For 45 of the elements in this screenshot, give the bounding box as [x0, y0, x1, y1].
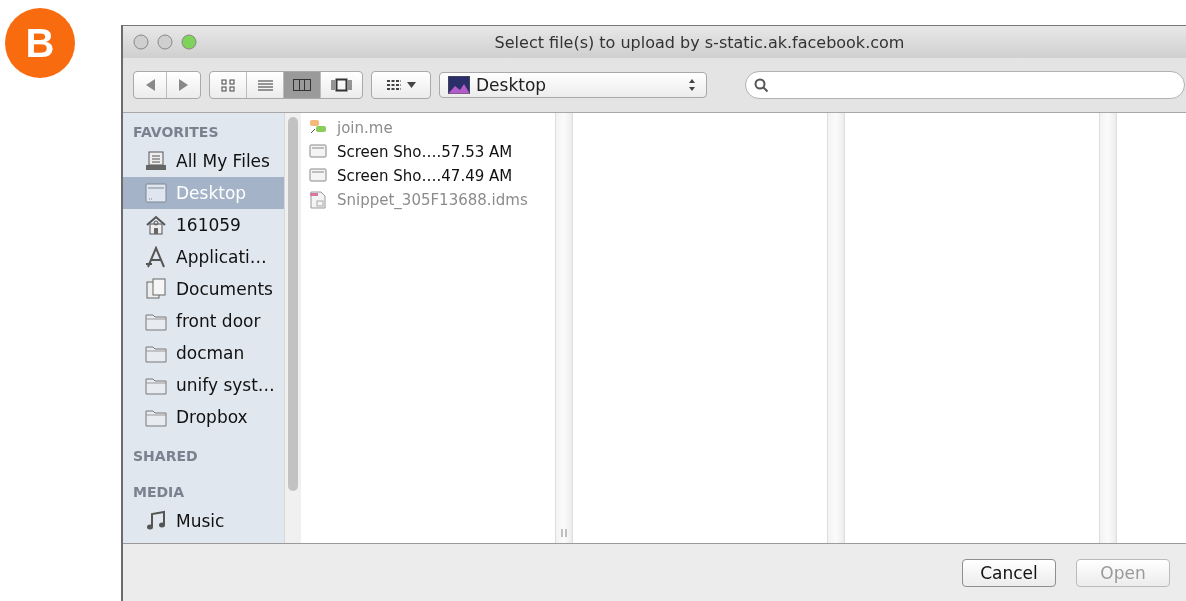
scrollbar-thumb[interactable] [288, 117, 298, 491]
search-field[interactable] [745, 71, 1185, 99]
dialog-button[interactable]: Cancel [962, 558, 1056, 587]
documents-icon [145, 278, 167, 300]
image-file-icon [309, 143, 327, 161]
sidebar-heading: MEDIA [132, 483, 186, 502]
arrange-icon [386, 79, 401, 91]
left-arrow-icon [144, 78, 156, 92]
step-badge: B [5, 8, 75, 78]
sidebar-heading: FAVORITES [132, 123, 220, 142]
search-icon [754, 77, 769, 93]
document-icon [309, 191, 327, 209]
file-item[interactable]: Screen Sho….47.49 AM [301, 164, 555, 188]
window-button-icon [157, 34, 173, 50]
right-arrow-icon [178, 78, 189, 92]
desktop-image-icon [448, 76, 470, 94]
window-button-icon [133, 34, 149, 50]
sidebar-item[interactable]: Applicati… [123, 241, 284, 273]
image-file-icon [309, 167, 327, 185]
window-title: Select file(s) to upload by s-static.ak.facebook.com [493, 32, 905, 52]
sidebar-item[interactable]: Music [123, 505, 284, 537]
house-icon [145, 214, 167, 236]
sidebar-item[interactable]: 161059 [123, 209, 284, 241]
sidebar-item[interactable]: Dropbox [123, 401, 284, 433]
sidebar-item[interactable]: front door [123, 305, 284, 337]
sidebar-item[interactable]: All My Files [123, 145, 284, 177]
sidebar-item[interactable]: unify syst… [123, 369, 284, 401]
application-icon [145, 246, 167, 268]
columns-view-icon [293, 78, 311, 92]
sidebar-item[interactable]: docman [123, 337, 284, 369]
stepper-icon [688, 78, 696, 92]
list-view-icon [257, 78, 273, 92]
zoom-button-icon [181, 34, 197, 50]
file-cabinet-icon [145, 150, 167, 172]
sidebar-heading: SHARED [132, 447, 199, 466]
column-resize-icon [561, 529, 567, 537]
desktop-icon [145, 182, 167, 204]
file-item[interactable]: Screen Sho….57.53 AM [301, 140, 555, 164]
cover-flow-icon [331, 78, 352, 92]
grid-view-icon [221, 78, 235, 92]
location-popup[interactable]: Desktop [439, 72, 707, 98]
music-note-icon [145, 510, 167, 532]
sidebar-item[interactable]: Documents [123, 273, 284, 305]
view-button[interactable] [284, 72, 321, 98]
caret-icon [406, 82, 416, 88]
